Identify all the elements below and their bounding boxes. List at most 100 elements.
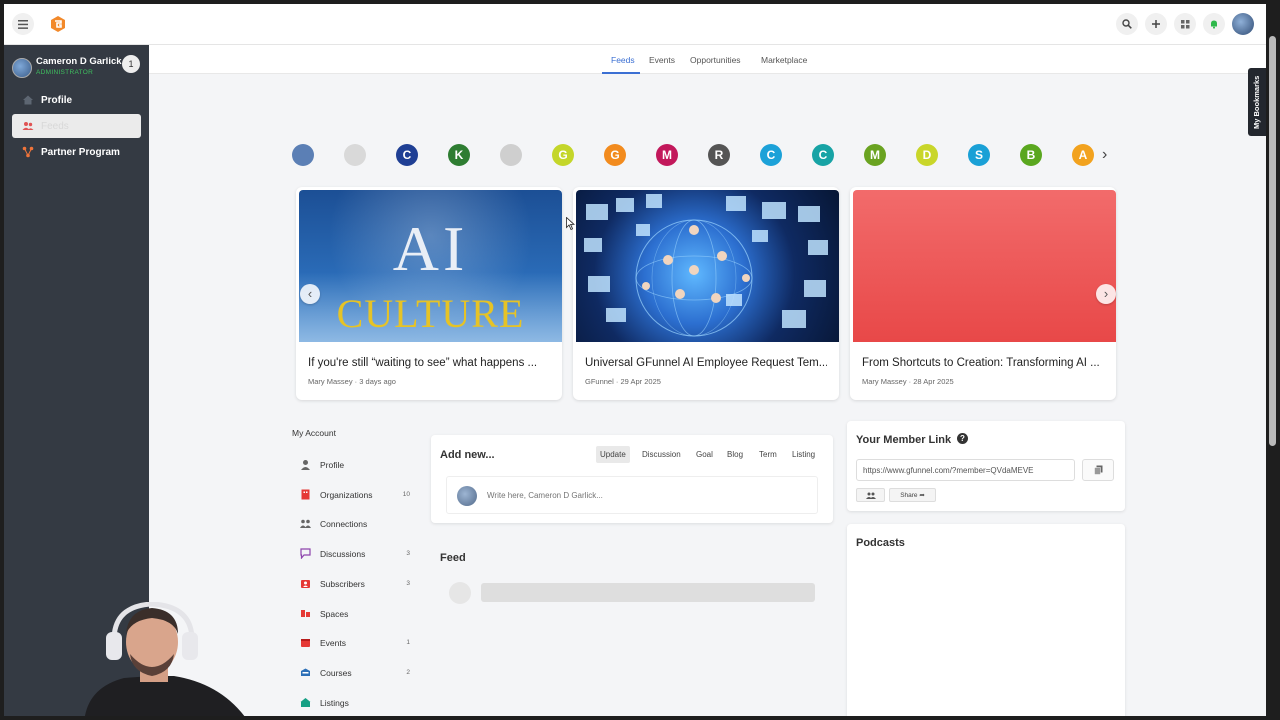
post-input-box[interactable]: [446, 476, 818, 514]
tab-marketplace[interactable]: Marketplace: [761, 55, 807, 65]
story-avatar[interactable]: M: [864, 144, 886, 166]
feed-card[interactable]: AI CULTURE If you're still “waiting to s…: [296, 187, 562, 400]
account-item-label: Connections: [320, 519, 368, 529]
tab-term[interactable]: Term: [755, 446, 781, 463]
story-avatar[interactable]: C: [812, 144, 834, 166]
top-bar: [4, 4, 1266, 45]
member-link-title: Your Member Link: [856, 434, 952, 446]
story-avatar[interactable]: G: [552, 144, 574, 166]
sidebar-item-partner-program[interactable]: Partner Program: [12, 140, 141, 164]
account-item-label: Discussions: [320, 549, 366, 559]
tab-feeds[interactable]: Feeds: [611, 55, 635, 65]
graduation-icon: [301, 668, 310, 676]
story-avatar[interactable]: B: [1020, 144, 1042, 166]
invite-button[interactable]: [856, 488, 885, 502]
spaces-icon: [301, 610, 310, 617]
bookmarks-tab[interactable]: My Bookmarks: [1248, 68, 1266, 136]
avatar[interactable]: [1232, 13, 1254, 35]
users-icon: [865, 492, 876, 499]
story-avatar[interactable]: [500, 144, 522, 166]
story-avatar[interactable]: R: [708, 144, 730, 166]
podcasts-title: Podcasts: [856, 537, 905, 549]
active-tab-indicator: [602, 72, 640, 74]
sidebar-item-label: Profile: [41, 94, 73, 106]
card-meta: Mary Massey · 3 days ago: [308, 377, 396, 386]
story-avatar[interactable]: [344, 144, 366, 166]
tab-listing[interactable]: Listing: [788, 446, 819, 463]
account-item-discussions[interactable]: Discussions 3: [300, 546, 410, 564]
sidebar-item-profile[interactable]: Profile: [12, 88, 141, 112]
feed-card[interactable]: From Shortcuts to Creation: Transforming…: [850, 187, 1116, 400]
bell-icon[interactable]: [1203, 13, 1225, 35]
card-image: [576, 190, 839, 342]
story-avatar[interactable]: C: [396, 144, 418, 166]
composer: Add new... Update Discussion Goal Blog T…: [431, 435, 833, 523]
story-avatar[interactable]: G: [604, 144, 626, 166]
chevron-right-icon[interactable]: ›: [1102, 146, 1107, 164]
scrollbar-thumb[interactable]: [1269, 36, 1276, 446]
count-badge: 3: [406, 550, 410, 557]
menu-icon[interactable]: [12, 13, 34, 35]
count-badge: 1: [406, 639, 410, 646]
card-image: AI CULTURE: [299, 190, 562, 342]
carousel-next-button[interactable]: ›: [1096, 284, 1116, 304]
member-link-field[interactable]: [856, 459, 1075, 481]
account-item-subscribers[interactable]: Subscribers 3: [300, 576, 410, 594]
grid-icon[interactable]: [1174, 13, 1196, 35]
post-input[interactable]: [487, 491, 787, 500]
card-image: [853, 190, 1116, 342]
card-title[interactable]: Universal GFunnel AI Employee Request Te…: [585, 357, 827, 369]
users-icon: [300, 519, 311, 528]
sidebar-item-feeds[interactable]: Feeds: [12, 114, 141, 138]
bookmarks-label: My Bookmarks: [1252, 75, 1261, 129]
account-item-events[interactable]: Events 1: [300, 635, 410, 653]
count-badge: 3: [406, 580, 410, 587]
card-meta: GFunnel · 29 Apr 2025: [585, 377, 661, 386]
search-icon[interactable]: [1116, 13, 1138, 35]
count-badge: 10: [402, 491, 410, 498]
story-avatar[interactable]: C: [760, 144, 782, 166]
tab-events[interactable]: Events: [649, 55, 675, 65]
shop-icon: [300, 698, 311, 707]
tab-blog[interactable]: Blog: [723, 446, 747, 463]
home-icon: [23, 95, 33, 105]
story-avatar[interactable]: M: [656, 144, 678, 166]
calendar-icon: [301, 639, 310, 647]
account-item-label: Listings: [320, 698, 349, 708]
account-item-listings[interactable]: Listings: [300, 695, 410, 713]
story-avatar[interactable]: K: [448, 144, 470, 166]
tab-opportunities[interactable]: Opportunities: [690, 55, 741, 65]
story-avatar[interactable]: S: [968, 144, 990, 166]
feed-card[interactable]: Universal GFunnel AI Employee Request Te…: [573, 187, 839, 400]
story-avatar[interactable]: A: [1072, 144, 1094, 166]
logo-icon[interactable]: [48, 14, 68, 34]
copy-button[interactable]: [1082, 459, 1114, 481]
card-title[interactable]: From Shortcuts to Creation: Transforming…: [862, 357, 1104, 369]
story-avatar[interactable]: D: [916, 144, 938, 166]
story-avatar[interactable]: [292, 144, 314, 166]
carousel-prev-button[interactable]: ‹: [300, 284, 320, 304]
tab-update[interactable]: Update: [596, 446, 630, 463]
scrollbar[interactable]: [1266, 4, 1280, 716]
card-meta: Mary Massey · 28 Apr 2025: [862, 377, 954, 386]
help-icon[interactable]: ?: [957, 433, 968, 444]
building-icon: [301, 489, 310, 500]
account-item-organizations[interactable]: Organizations 10: [300, 487, 410, 505]
account-item-spaces[interactable]: Spaces: [300, 606, 410, 624]
card-image-text: AI: [392, 213, 469, 284]
loading-placeholder: [481, 583, 815, 602]
tab-goal[interactable]: Goal: [692, 446, 717, 463]
account-item-courses[interactable]: Courses 2: [300, 665, 410, 683]
account-item-connections[interactable]: Connections: [300, 516, 410, 534]
card-title[interactable]: If you're still “waiting to see” what ha…: [308, 357, 550, 369]
account-item-label: Profile: [320, 460, 345, 470]
users-icon: [22, 122, 34, 130]
avatar[interactable]: [12, 58, 32, 78]
plus-icon[interactable]: [1145, 13, 1167, 35]
tab-discussion[interactable]: Discussion: [638, 446, 685, 463]
member-link-panel: Your Member Link ? Share ➦: [847, 421, 1125, 511]
notification-badge[interactable]: 1: [122, 55, 140, 73]
loading-placeholder: [449, 582, 471, 604]
account-item-profile[interactable]: Profile: [300, 457, 410, 475]
share-button[interactable]: Share ➦: [889, 488, 936, 502]
